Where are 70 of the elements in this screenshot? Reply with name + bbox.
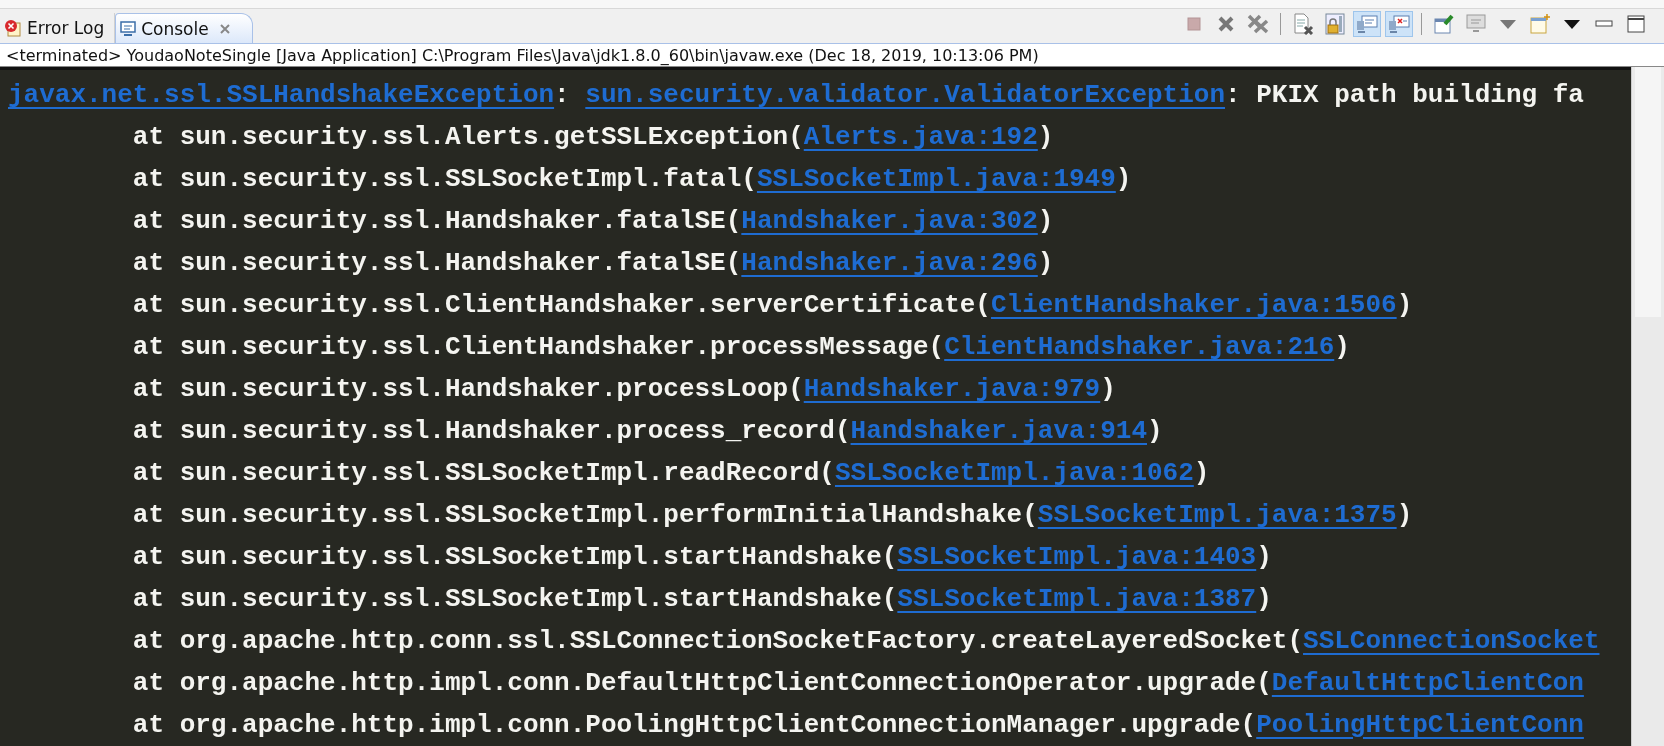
stop-icon xyxy=(1185,15,1203,33)
source-link[interactable]: ClientHandshaker.java:1506 xyxy=(990,290,1397,320)
source-link[interactable]: javax.net.ssl.SSLHandshakeException xyxy=(8,80,555,110)
console-text: at sun.security.ssl.SSLSocketImpl.performInitialHandshake( xyxy=(131,500,1038,530)
new-window-icon xyxy=(1529,13,1551,35)
source-link[interactable]: DefaultHttpClientCon xyxy=(1271,668,1584,698)
console-text: at org.apache.http.conn.ssl.SSLConnectionSocketFactory.createLayeredSocket( xyxy=(131,626,1304,656)
document-icon xyxy=(1292,13,1314,35)
console-text: ) xyxy=(1115,164,1132,194)
console-text: : xyxy=(554,80,571,110)
source-link[interactable]: SSLSocketImpl.java:1403 xyxy=(897,542,1257,572)
source-link[interactable]: Handshaker.java:914 xyxy=(850,416,1147,446)
source-link[interactable]: SSLSocketImpl.java:1387 xyxy=(897,584,1257,614)
error-icon xyxy=(4,19,22,37)
console-icon xyxy=(120,20,137,37)
monitor-icon xyxy=(1465,14,1487,34)
source-link[interactable]: PoolingHttpClientConn xyxy=(1256,710,1584,740)
caret-icon xyxy=(1500,19,1516,29)
scrollbar-thumb[interactable] xyxy=(1635,67,1661,317)
console-text: : PKIX path building fa xyxy=(1225,80,1584,110)
console-text: at sun.security.ssl.SSLSocketImpl.startHandshake( xyxy=(131,542,898,572)
console-text: ) xyxy=(1100,374,1116,404)
minimize-icon xyxy=(1595,20,1613,28)
console-text: at sun.security.ssl.SSLSocketImpl.fatal( xyxy=(131,164,757,194)
console-text: at sun.security.ssl.Handshaker.fatalSE( xyxy=(131,248,742,278)
source-link[interactable]: Handshaker.java:302 xyxy=(741,206,1038,236)
caret-icon xyxy=(1564,19,1580,29)
source-link[interactable]: ClientHandshaker.java:216 xyxy=(944,332,1335,362)
stdout-toggle-button[interactable] xyxy=(1353,11,1381,37)
console-text: ) xyxy=(1396,290,1413,320)
source-link[interactable]: SSLConnectionSocket xyxy=(1303,626,1600,656)
close-icon xyxy=(1216,14,1236,34)
source-link[interactable]: SSLSocketImpl.java:1949 xyxy=(756,164,1116,194)
process-label: <terminated> YoudaoNoteSingle [Java Application] C:\Program Files\Java\jdk1.8.0_60\bin\javaw.exe (Dec 18, 2019, 10:13:06 PM) xyxy=(0,44,1664,67)
close-icon[interactable] xyxy=(219,23,230,34)
source-link[interactable]: SSLSocketImpl.java:1062 xyxy=(834,458,1194,488)
console-text: at sun.security.ssl.Handshaker.processLoop( xyxy=(131,374,804,404)
stderr-toggle-button[interactable] xyxy=(1385,11,1413,37)
source-link[interactable]: sun.security.validator.ValidatorException xyxy=(585,80,1226,110)
console-text: at org.apache.http.impl.conn.PoolingHttpClientConnectionManager.upgrade( xyxy=(131,710,1257,740)
console-text: ) xyxy=(1256,584,1272,614)
console-text: ) xyxy=(1037,122,1054,152)
monitor-icon xyxy=(1356,14,1378,34)
console-text: ) xyxy=(1037,248,1054,278)
pin-icon xyxy=(1433,13,1455,35)
console-text: at sun.security.ssl.Handshaker.process_record( xyxy=(131,416,851,446)
console-text: at sun.security.ssl.SSLSocketImpl.startHandshake( xyxy=(131,584,898,614)
scrollbar[interactable] xyxy=(1631,67,1664,746)
console-text: at sun.security.ssl.SSLSocketImpl.readRecord( xyxy=(131,458,835,488)
maximize-icon xyxy=(1627,15,1645,33)
source-link[interactable]: Handshaker.java:979 xyxy=(803,374,1101,404)
console-text: ) xyxy=(1037,206,1054,236)
console-text: at sun.security.ssl.Alerts.getSSLException( xyxy=(131,122,804,152)
console-text: ) xyxy=(1334,332,1350,362)
console-text: ) xyxy=(1147,416,1163,446)
console-text: at sun.security.ssl.Handshaker.fatalSE( xyxy=(131,206,742,236)
view-tab[interactable]: Error Log xyxy=(0,13,116,43)
view-tab[interactable]: Console xyxy=(115,13,253,43)
monitor-error-icon xyxy=(1388,14,1410,34)
console-text: at sun.security.ssl.ClientHandshaker.processMessage( xyxy=(131,332,945,362)
double-x-icon xyxy=(1246,13,1270,35)
console-text: at org.apache.http.impl.conn.DefaultHttpClientConnectionOperator.upgrade( xyxy=(131,668,1272,698)
console-text: at sun.security.ssl.ClientHandshaker.serverCertificate( xyxy=(131,290,991,320)
source-link[interactable]: SSLSocketImpl.java:1375 xyxy=(1037,500,1397,530)
console-text: ) xyxy=(1256,542,1272,572)
source-link[interactable]: Handshaker.java:296 xyxy=(741,248,1038,278)
console-text: ) xyxy=(1193,458,1210,488)
source-link[interactable]: Alerts.java:192 xyxy=(803,122,1038,152)
lock-icon xyxy=(1324,13,1346,35)
console-text: ) xyxy=(1396,500,1413,530)
